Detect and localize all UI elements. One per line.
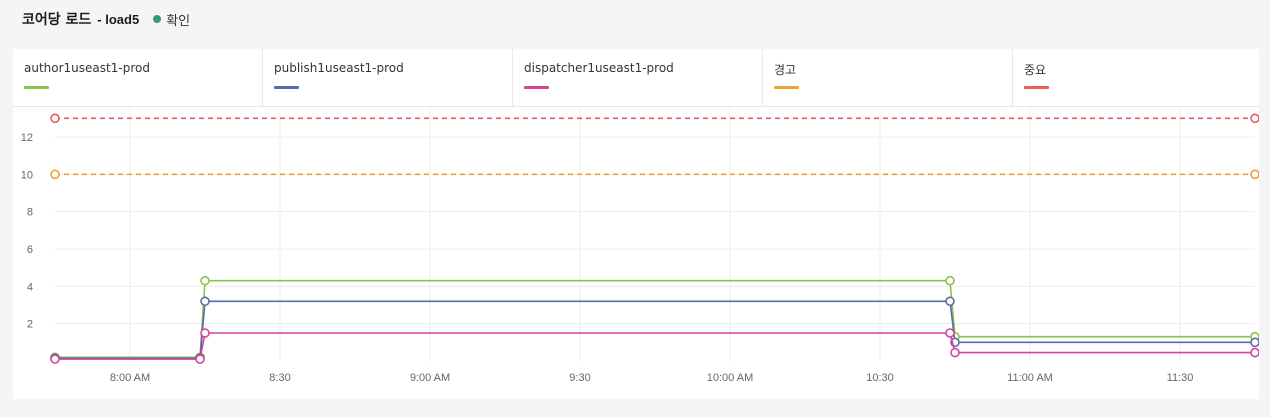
y-tick-label: 12 <box>21 132 33 144</box>
data-point-marker <box>1250 337 1259 348</box>
y-tick-label: 4 <box>27 281 33 293</box>
data-point-marker <box>200 328 210 338</box>
y-tick-label: 10 <box>21 169 33 181</box>
chart-subtitle: - load5 <box>97 11 140 27</box>
line-chart: 2 4 6 8 10 12 8:00 AM 8:30 9:00 AM 9:30 10:00 AM 10… <box>21 109 1259 384</box>
data-point-marker <box>945 296 955 307</box>
x-tick-label: 11:30 <box>1167 372 1194 384</box>
data-point-marker <box>1250 169 1259 180</box>
series-line-1 <box>55 300 1255 360</box>
data-point-marker <box>50 113 60 124</box>
chart-header: 코어당 로드 - load5 확인 <box>22 8 190 30</box>
x-tick-label: 10:30 <box>866 372 894 384</box>
status-dot-icon <box>153 15 162 23</box>
y-tick-label: 2 <box>27 319 33 331</box>
y-tick-label: 6 <box>27 244 33 256</box>
x-tick-label: 9:30 <box>569 372 590 384</box>
data-point-marker <box>945 328 955 338</box>
y-tick-label: 8 <box>27 207 33 219</box>
x-tick-label: 10:00 AM <box>707 372 753 384</box>
data-point-marker <box>1250 113 1259 124</box>
data-point-marker <box>950 347 960 358</box>
data-point-marker <box>195 354 205 364</box>
chart-title: 코어당 로드 <box>22 12 92 28</box>
status-indicator: 확인 <box>153 10 190 29</box>
x-tick-label: 8:00 AM <box>110 372 150 384</box>
x-tick-label: 11:00 AM <box>1007 372 1053 384</box>
x-tick-label: 9:00 AM <box>410 372 450 384</box>
series-line-0 <box>55 279 1255 359</box>
data-point-marker <box>945 275 955 286</box>
data-point-marker <box>50 354 60 364</box>
data-point-marker <box>50 169 60 180</box>
chart-panel: author1useast1-prod publish1useast1-prod… <box>13 49 1259 399</box>
x-tick-label: 8:30 <box>269 372 290 384</box>
data-point-marker <box>1250 347 1259 358</box>
data-point-marker <box>200 275 210 286</box>
data-point-marker <box>200 296 210 307</box>
status-text: 확인 <box>166 13 191 29</box>
